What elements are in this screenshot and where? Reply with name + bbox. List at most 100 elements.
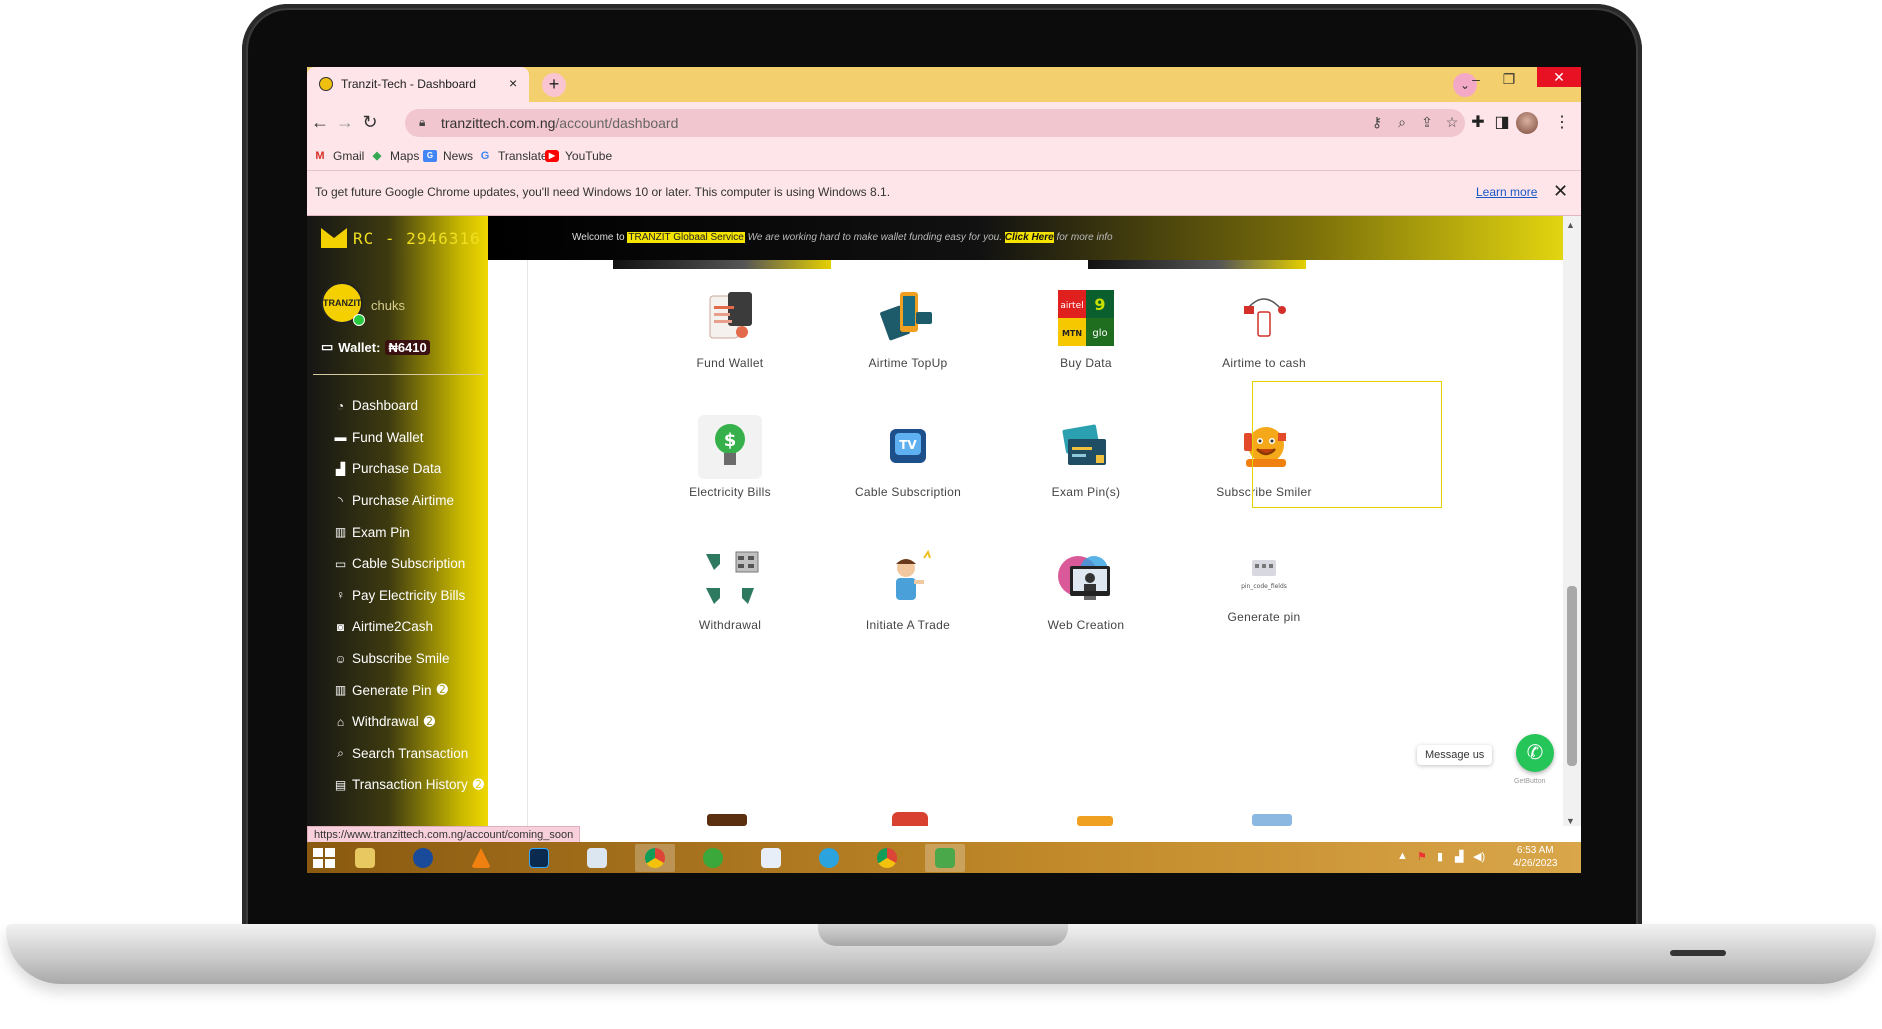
photoshop-icon[interactable]: [519, 844, 559, 872]
tray-arrow-icon[interactable]: ▲: [1397, 850, 1408, 862]
service-initiate-trade[interactable]: Initiate A Trade: [813, 548, 1003, 632]
scroll-down-icon[interactable]: ▼: [1566, 816, 1575, 826]
service-fund-wallet[interactable]: Fund Wallet: [635, 286, 825, 370]
service-withdrawal[interactable]: Withdrawal: [635, 548, 825, 632]
airtel-logo-text: airtel: [1060, 301, 1083, 311]
tab-dashboard[interactable]: Tranzit-Tech - Dashboard ×: [307, 67, 529, 102]
vlc-icon[interactable]: [461, 844, 501, 872]
extensions-icon[interactable]: ✚: [1467, 112, 1489, 132]
scroll-up-icon[interactable]: ▲: [1566, 220, 1575, 230]
profile-avatar[interactable]: [1516, 112, 1538, 134]
bookmark-translate[interactable]: G Translate: [478, 149, 548, 163]
service-label: Electricity Bills: [689, 485, 771, 499]
chevron-right-icon: ➋: [472, 776, 485, 792]
sidebar-item-dashboard[interactable]: ◔ Dashboard: [334, 390, 484, 422]
card-edge-left: [613, 260, 831, 269]
click-here-link[interactable]: Click Here: [1004, 232, 1054, 243]
tv-logo-text: TV: [899, 438, 917, 452]
minimize-icon[interactable]: –: [1464, 71, 1488, 87]
service-exam-pin[interactable]: Exam Pin(s): [991, 415, 1181, 499]
sidebar-item-generate-pin[interactable]: ▥ Generate Pin ➋: [334, 674, 484, 706]
key-icon[interactable]: ⚷: [1367, 114, 1387, 131]
fund-wallet-icon: [698, 286, 762, 350]
sidebar-item-subscribe-smile[interactable]: ☺ Subscribe Smile: [334, 643, 484, 675]
wallet-label: Wallet:: [338, 339, 381, 355]
sidebar-item-fund-wallet[interactable]: ▬ Fund Wallet: [334, 422, 484, 454]
sidebar-item-cable-subscription[interactable]: ▭ Cable Subscription: [334, 548, 484, 580]
taskbar-clock[interactable]: 6:53 AM 4/26/2023: [1513, 844, 1558, 870]
tab-close-icon[interactable]: ×: [509, 75, 517, 91]
sidebar-item-label: Transaction History: [352, 777, 468, 793]
bluetooth-icon[interactable]: [403, 844, 443, 872]
whatsapp-icon[interactable]: ✆: [1516, 734, 1554, 772]
web-creation-icon: [1054, 548, 1118, 612]
brand-logo-icon: [321, 228, 347, 248]
credit-card-icon: ▬: [334, 430, 347, 445]
star-icon[interactable]: ☆: [1442, 114, 1462, 131]
green-app-icon[interactable]: [693, 844, 733, 872]
service-generate-pin[interactable]: pin_code_fields Generate pin: [1169, 548, 1359, 624]
share-icon[interactable]: ⇪: [1417, 114, 1437, 131]
sidebar-item-withdrawal[interactable]: ⌂ Withdrawal ➋: [334, 706, 484, 738]
sidebar-item-label: Generate Pin: [352, 682, 432, 698]
zoom-icon[interactable]: ⌕: [1392, 114, 1412, 131]
sidebar-item-purchase-airtime[interactable]: ◝ Purchase Airtime: [334, 485, 484, 517]
service-label: Withdrawal: [698, 618, 762, 632]
sidebar-item-transaction-history[interactable]: ▤ Transaction History ➋: [334, 769, 484, 801]
network-icon[interactable]: ▟: [1455, 850, 1463, 863]
selected-service-outline: [1252, 381, 1442, 508]
bookmark-news[interactable]: G News: [423, 149, 473, 163]
back-icon[interactable]: ←: [309, 112, 331, 133]
service-label: Generate pin: [1227, 610, 1301, 624]
calculator-icon[interactable]: [577, 844, 617, 872]
message-us-label[interactable]: Message us: [1417, 745, 1493, 765]
bookmark-youtube[interactable]: ▶ YouTube: [545, 149, 612, 163]
tab-bar: Tranzit-Tech - Dashboard × + ⌄ – ❐ ✕: [307, 67, 1581, 102]
bookmark-gmail[interactable]: M Gmail: [313, 149, 364, 163]
sidebar-item-electricity[interactable]: ♀ Pay Electricity Bills: [334, 580, 484, 612]
document-icon[interactable]: [751, 844, 791, 872]
glo-logo-text: glo: [1092, 328, 1107, 339]
chevron-right-icon: ➋: [436, 682, 448, 698]
favicon-icon: [319, 77, 333, 91]
translate-icon: G: [480, 150, 490, 162]
tray-flag-icon[interactable]: ⚑: [1417, 850, 1427, 863]
chrome-profile-icon[interactable]: [867, 844, 907, 872]
infobar-message: To get future Google Chrome updates, you…: [315, 185, 891, 199]
menu-icon[interactable]: ⋮: [1551, 112, 1573, 132]
service-cable-subscription[interactable]: TV Cable Subscription: [813, 415, 1003, 499]
trade-icon: [876, 548, 940, 612]
service-web-creation[interactable]: Web Creation: [991, 548, 1181, 632]
service-airtime-topup[interactable]: Airtime TopUp: [813, 286, 1003, 370]
service-buy-data[interactable]: airtel 9 MTN glo Buy Data: [991, 286, 1181, 370]
bookmark-maps[interactable]: ◆ Maps: [370, 149, 420, 163]
service-electricity-bills[interactable]: $ Electricity Bills: [635, 415, 825, 499]
volume-icon[interactable]: ◀): [1473, 850, 1485, 863]
new-tab-button[interactable]: +: [542, 73, 566, 97]
sidebar-item-search-transaction[interactable]: ⌕ Search Transaction: [334, 738, 484, 770]
scrollbar-thumb[interactable]: [1567, 586, 1577, 766]
windows-start-icon[interactable]: [313, 848, 335, 868]
sidebar-item-exam-pin[interactable]: ▥ Exam Pin: [334, 516, 484, 548]
sidepanel-icon[interactable]: ◨: [1491, 112, 1513, 132]
infobar-close-icon[interactable]: ✕: [1553, 181, 1568, 202]
service-label: Airtime TopUp: [868, 356, 948, 370]
window-close-icon[interactable]: ✕: [1537, 67, 1581, 87]
battery-icon[interactable]: ▮: [1437, 850, 1443, 863]
telegram-icon[interactable]: [809, 844, 849, 872]
corel-icon[interactable]: [925, 844, 965, 872]
chrome-icon[interactable]: [635, 844, 675, 872]
smile-icon: ☺: [334, 651, 347, 666]
address-bar[interactable]: 🔒︎ tranzittech.com.ng/account/dashboard …: [405, 109, 1465, 137]
sidebar-item-label: Cable Subscription: [352, 556, 466, 572]
service-airtime-to-cash[interactable]: Airtime to cash: [1169, 286, 1359, 370]
service-label: Buy Data: [1060, 356, 1112, 370]
buy-data-icon: airtel 9 MTN glo: [1054, 286, 1118, 350]
restore-icon[interactable]: ❐: [1497, 71, 1521, 88]
learn-more-link[interactable]: Learn more: [1476, 185, 1537, 199]
reload-icon[interactable]: ↻: [359, 112, 381, 133]
sidebar-item-airtime2cash[interactable]: ◙ Airtime2Cash: [334, 611, 484, 643]
file-explorer-icon[interactable]: [345, 844, 385, 872]
forward-icon[interactable]: →: [334, 112, 356, 133]
sidebar-item-purchase-data[interactable]: ▟ Purchase Data: [334, 453, 484, 485]
